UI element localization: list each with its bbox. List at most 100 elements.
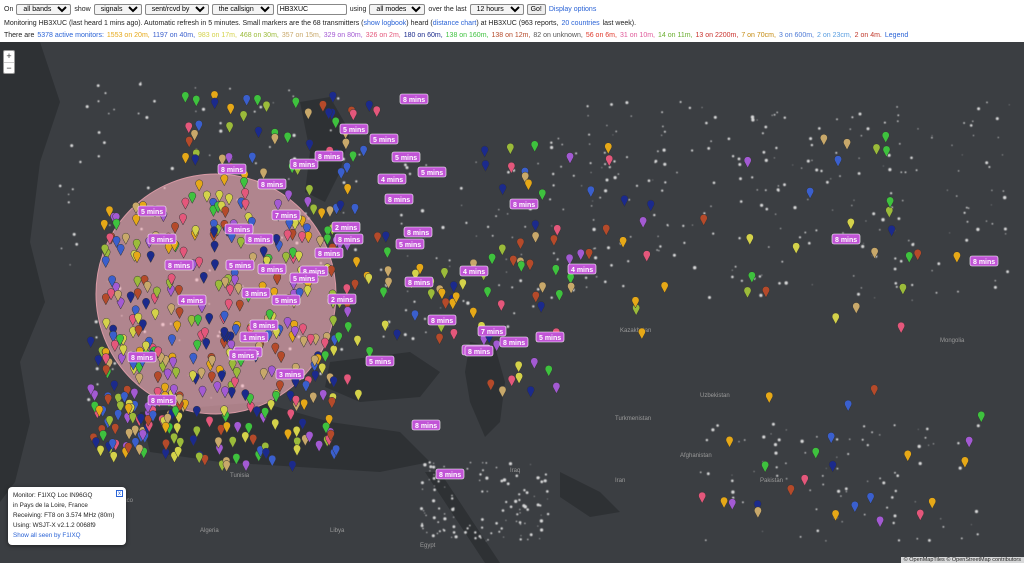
map-canvas: Kazakhstan Mongolia Uzbekistan Turkmenistan… [0,42,1024,563]
place-label: Mongolia [940,338,965,344]
time-label: 5 mins [373,137,395,144]
time-label: 5 mins [293,276,315,283]
band-count: 983 on 17m, [198,31,237,39]
legend-link[interactable]: Legend [885,32,908,39]
callsign-input[interactable] [276,3,347,15]
time-label: 8 mins [468,349,490,356]
time-label: 3 mins [245,291,267,298]
place-label: Tunisia [230,473,250,479]
time-label: 8 mins [221,167,243,174]
time-label: 8 mins [168,263,190,270]
time-label: 4 mins [181,298,203,305]
infobox-receiving: Receiving: FT8 on 3.574 MHz (80m) [13,512,115,519]
time-label: 4 mins [463,269,485,276]
time-label: 8 mins [151,398,173,405]
time-label: 5 mins [539,335,561,342]
time-label: 8 mins [408,280,430,287]
status-text-1: Monitoring HB3XUC (last heard 1 mins ago… [4,19,364,27]
place-label: Turkmenistan [615,416,651,422]
time-label: 7 mins [275,213,297,220]
time-label: 8 mins [232,353,254,360]
time-label: 8 mins [407,230,429,237]
go-button[interactable]: Go! [526,3,546,15]
band-count: 326 on 2m, [365,31,401,39]
time-label: 5 mins [395,155,417,162]
time-label: 8 mins [439,472,461,479]
control-bar: On all bands show signals sent/rcvd by t… [0,0,1024,42]
time-label: 5 mins [229,263,251,270]
band-count: 1553 on 20m, [106,31,150,39]
band-count: 56 on 6m, [585,31,617,39]
time-label: 4 mins [381,177,403,184]
time-label: 8 mins [431,318,453,325]
map-view[interactable]: Kazakhstan Mongolia Uzbekistan Turkmenistan… [0,42,1024,563]
time-label: 8 mins [261,182,283,189]
time-label: 8 mins [415,423,437,430]
time-label: 8 mins [338,237,360,244]
over-label: over the last [428,5,467,13]
map-attribution: © OpenMapTiles © OpenStreetMap contribut… [900,557,1024,563]
time-label: 5 mins [421,170,443,177]
place-label: Libya [330,528,345,534]
place-label: Iraq [510,468,520,474]
logbook-link[interactable]: show logbook [363,20,406,27]
band-count: 7 on 70cm, [741,31,776,39]
band-count: 82 on unknown, [533,31,583,39]
time-label: 5 mins [275,298,297,305]
status-line: Monitoring HB3XUC (last heard 1 mins ago… [4,17,1020,29]
signal-select[interactable]: signals [93,3,142,15]
band-count: 357 on 15m, [281,31,321,39]
distance-chart-link[interactable]: distance chart [433,20,477,27]
band-count: 14 on 11m, [658,31,693,39]
on-label: On [4,5,14,13]
time-label: 2 mins [331,297,353,304]
using-label: using [349,5,367,13]
period-select[interactable]: 12 hours [469,3,524,15]
band-count: 31 on 10m, [619,31,655,39]
time-label: 1 mins [243,335,265,342]
time-label: 8 mins [261,267,283,274]
band-count: 13 on 2200m, [695,31,739,39]
band-count: 468 on 30m, [239,31,279,39]
active-monitors-link[interactable]: 5378 active monitors: [37,32,104,39]
band-count: 2 on 4m. [854,31,882,39]
show-all-link[interactable]: Show all seen by F1IXQ [13,532,81,539]
infobox-monitor: Monitor: F1IXQ Loc IN96GQ [13,492,93,499]
band-count: 329 on 80m, [323,31,363,39]
band-count: 1197 on 40m, [152,31,196,39]
time-label: 8 mins [318,251,340,258]
monitors-line: There are 5378 active monitors: 1553 on … [4,29,1020,41]
time-label: 8 mins [503,340,525,347]
band-count: 138 on 12m, [491,31,531,39]
query-row: On all bands show signals sent/rcvd by t… [4,3,1020,15]
time-label: 8 mins [403,97,425,104]
direction-select[interactable]: sent/rcvd by [144,3,209,15]
place-label: Algeria [200,528,219,534]
show-label: show [74,5,91,13]
infobox-location: in Pays de la Loire, France [13,502,88,509]
infobox-using: Using: WSJT-X v2.1.2 0068f9 [13,522,96,529]
time-label: 8 mins [253,323,275,330]
band-count: 138 on 160m, [445,31,489,39]
place-label: Iran [615,478,625,484]
zoom-control: + − [3,50,15,74]
time-label: 8 mins [228,227,250,234]
zoom-in-button[interactable]: + [4,51,14,62]
display-options-link[interactable]: Display options [549,6,596,13]
time-label: 3 mins [279,372,301,379]
time-label: 8 mins [513,202,535,209]
place-label: Kazakhstan [620,328,651,334]
close-icon[interactable]: x [116,490,123,497]
mode-select[interactable]: all modes [369,3,426,15]
band-count: 180 on 60m, [403,31,443,39]
target-select[interactable]: the callsign [211,3,274,15]
time-label: 5 mins [343,127,365,134]
time-label: 5 mins [369,359,391,366]
countries-link[interactable]: 20 countries [561,20,599,27]
zoom-out-button[interactable]: − [4,62,14,73]
time-label: 5 mins [399,242,421,249]
place-label: Afghanistan [680,453,712,459]
band-select[interactable]: all bands [16,3,72,15]
time-label: 8 mins [318,154,340,161]
time-label: 8 mins [293,162,315,169]
